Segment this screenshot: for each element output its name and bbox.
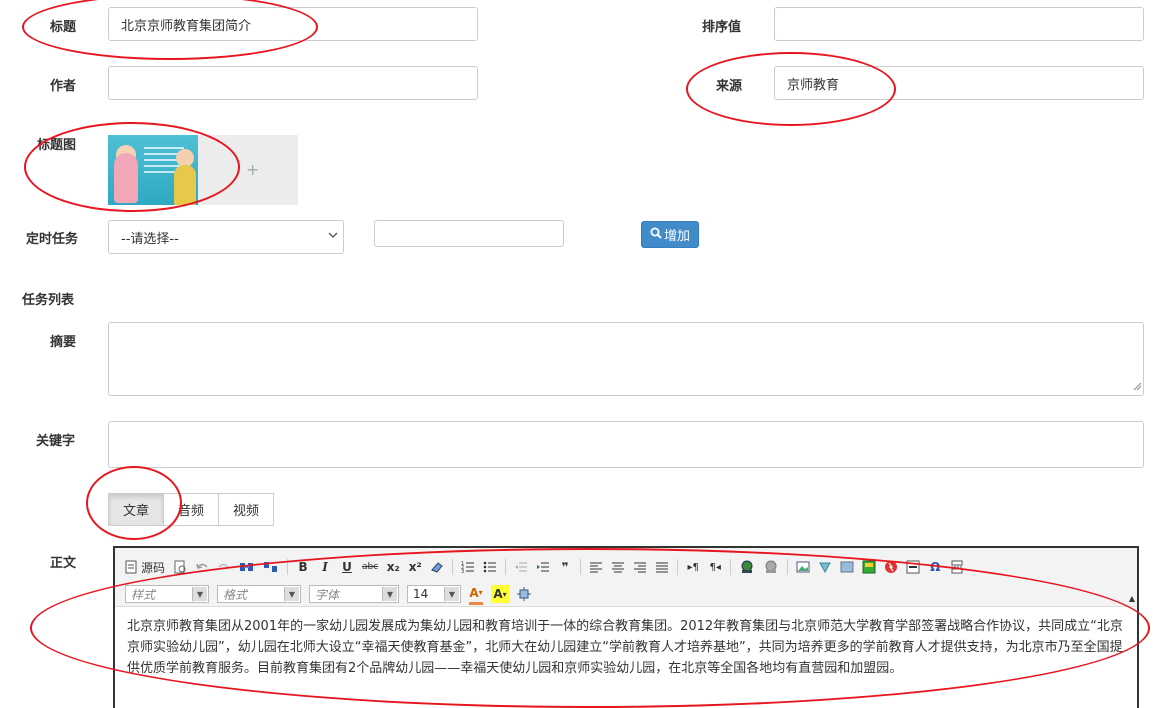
keywords-input[interactable] xyxy=(108,421,1144,468)
editor-toolbar: 源码 B I U abc x₂ x² 123 ❞ ▸¶ ¶◂ Ω 样式 ▼ 格式… xyxy=(115,548,1137,607)
font-dropdown-label: 字体 xyxy=(315,587,340,602)
link-icon[interactable] xyxy=(739,558,755,576)
sort-input[interactable] xyxy=(774,7,1144,41)
add-image-icon[interactable]: + xyxy=(246,160,259,179)
format-dropdown-label: 格式 xyxy=(223,587,248,602)
source-label: 来源 xyxy=(716,79,743,94)
indent-icon[interactable] xyxy=(536,558,550,576)
tab-audio[interactable]: 音频 xyxy=(163,493,219,526)
search-icon xyxy=(650,227,662,243)
text-color-icon[interactable]: A ▾ xyxy=(469,584,483,605)
replace-icon[interactable] xyxy=(263,558,279,576)
resize-handle-icon[interactable] xyxy=(1133,380,1142,395)
source-input[interactable]: 京师教育 xyxy=(774,66,1144,100)
scheduled-task-label: 定时任务 xyxy=(26,232,79,247)
body-label: 正文 xyxy=(50,556,77,571)
scheduled-task-select[interactable]: --请选择-- xyxy=(108,220,344,254)
align-left-icon[interactable] xyxy=(589,558,603,576)
tab-audio-label: 音频 xyxy=(177,504,204,519)
source-icon[interactable]: 源码 xyxy=(125,558,165,576)
task-list-label: 任务列表 xyxy=(22,293,75,308)
tab-video-label: 视频 xyxy=(232,504,259,519)
special-char-icon[interactable]: Ω xyxy=(928,558,942,576)
rich-text-editor: 源码 B I U abc x₂ x² 123 ❞ ▸¶ ¶◂ Ω 样式 ▼ 格式… xyxy=(113,546,1139,708)
sort-label: 排序值 xyxy=(702,20,742,35)
flash-icon[interactable] xyxy=(818,558,832,576)
add-task-button[interactable]: 增加 xyxy=(641,221,699,248)
maximize-icon[interactable] xyxy=(517,585,531,603)
find-icon[interactable] xyxy=(239,558,255,576)
numbered-list-icon[interactable]: 123 xyxy=(461,558,475,576)
title-image-thumbnail[interactable] xyxy=(108,135,198,205)
source-input-value: 京师教育 xyxy=(787,77,840,93)
scheduled-task-input[interactable] xyxy=(374,220,564,247)
title-image-label: 标题图 xyxy=(37,138,77,153)
summary-label: 摘要 xyxy=(50,335,77,350)
underline-button[interactable]: U xyxy=(340,558,354,576)
tab-article[interactable]: 文章 xyxy=(108,493,164,526)
special-block-icon[interactable] xyxy=(862,558,876,576)
table-icon[interactable] xyxy=(840,558,854,576)
unlink-icon[interactable] xyxy=(763,558,779,576)
content-type-tabs: 文章 音频 视频 xyxy=(108,493,274,526)
align-right-icon[interactable] xyxy=(633,558,647,576)
add-task-button-label: 增加 xyxy=(663,229,690,244)
horizontal-rule-icon[interactable] xyxy=(906,558,920,576)
font-size-dropdown[interactable]: 14 ▼ xyxy=(407,585,461,603)
align-justify-icon[interactable] xyxy=(655,558,669,576)
keywords-label: 关键字 xyxy=(36,434,76,449)
superscript-button[interactable]: x² xyxy=(408,558,422,576)
style-dropdown[interactable]: 样式 ▼ xyxy=(125,585,209,603)
chevron-down-icon xyxy=(327,229,339,244)
text-direction-ltr-icon[interactable]: ▸¶ xyxy=(686,558,700,576)
tab-video[interactable]: 视频 xyxy=(218,493,274,526)
preview-icon[interactable] xyxy=(173,558,187,576)
editor-content[interactable]: 北京京师教育集团从2001年的一家幼儿园发展成为集幼儿园和教育培训于一体的综合教… xyxy=(127,616,1127,679)
format-dropdown[interactable]: 格式 ▼ xyxy=(217,585,301,603)
scroll-up-icon[interactable]: ▲ xyxy=(1129,594,1135,603)
summary-textarea[interactable] xyxy=(108,322,1144,396)
subscript-button[interactable]: x₂ xyxy=(386,558,400,576)
svg-text:3: 3 xyxy=(461,569,464,574)
tab-article-label: 文章 xyxy=(122,504,149,519)
image-icon[interactable] xyxy=(796,558,810,576)
source-label: 源码 xyxy=(141,560,166,575)
redo-icon[interactable] xyxy=(217,558,231,576)
author-input[interactable] xyxy=(108,66,478,100)
bold-button[interactable]: B xyxy=(296,558,310,576)
eraser-icon[interactable] xyxy=(430,558,444,576)
title-input[interactable]: 北京京师教育集团简介 xyxy=(108,7,478,41)
italic-button[interactable]: I xyxy=(318,558,332,576)
font-size-value: 14 xyxy=(413,587,429,601)
style-dropdown-label: 样式 xyxy=(131,587,156,602)
text-direction-rtl-icon[interactable]: ¶◂ xyxy=(708,558,722,576)
anchor-icon[interactable] xyxy=(884,558,898,576)
scheduled-task-select-value: --请选择-- xyxy=(121,231,179,247)
undo-icon[interactable] xyxy=(195,558,209,576)
title-label: 标题 xyxy=(50,20,77,35)
strikethrough-button[interactable]: abc xyxy=(362,558,378,576)
page-break-icon[interactable] xyxy=(950,558,964,576)
blockquote-icon[interactable]: ❞ xyxy=(558,558,572,576)
title-input-value: 北京京师教育集团简介 xyxy=(121,18,252,34)
bulleted-list-icon[interactable] xyxy=(483,558,497,576)
outdent-icon[interactable] xyxy=(514,558,528,576)
font-dropdown[interactable]: 字体 ▼ xyxy=(309,585,399,603)
background-color-icon[interactable]: A ▾ xyxy=(491,585,509,603)
align-center-icon[interactable] xyxy=(611,558,625,576)
author-label: 作者 xyxy=(50,79,77,94)
